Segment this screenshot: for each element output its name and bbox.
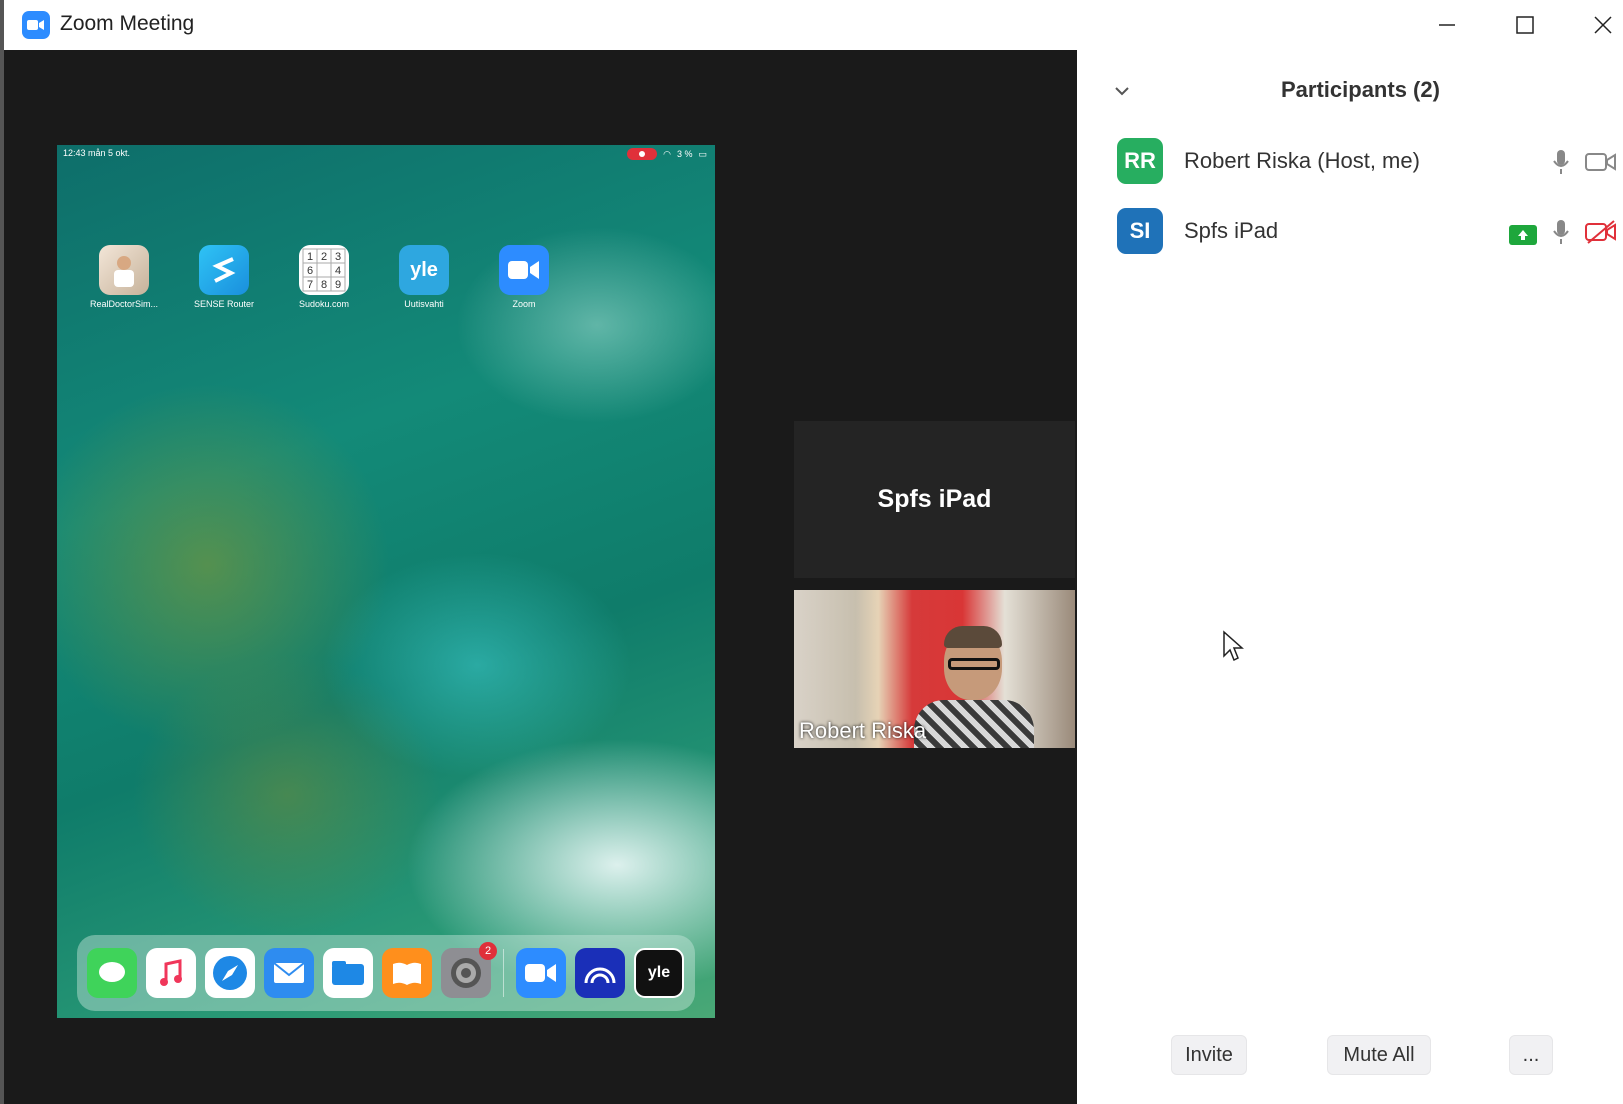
window-title: Zoom Meeting [60,12,195,35]
battery-icon: ▭ [698,148,707,159]
maximize-button[interactable] [1486,0,1564,50]
ipad-dock: 2 yle [77,935,695,1011]
participant-row[interactable]: SI Spfs iPad [1117,208,1617,256]
app-uutisvahti[interactable]: yle Uutisvahti [397,245,451,309]
zoom-icon [499,245,549,295]
doctor-app-icon [99,245,149,295]
minimize-button[interactable] [1408,0,1486,50]
app-label: RealDoctorSim... [89,299,159,309]
svg-text:4: 4 [335,265,341,277]
person-body [914,700,1034,748]
close-button[interactable] [1564,0,1623,50]
recording-icon [627,148,658,160]
notification-badge: 2 [479,942,497,960]
zoom-app-icon [22,11,50,39]
avatar: RR [1117,138,1163,184]
screen-share-icon [1509,224,1537,245]
app-realdoctor[interactable]: RealDoctorSim... [90,245,158,309]
podcast-icon[interactable] [575,948,625,998]
svg-text:7: 7 [307,279,313,291]
svg-text:6: 6 [307,265,313,277]
messages-icon[interactable] [87,948,137,998]
video-off-icon[interactable] [1585,219,1617,250]
app-label: Zoom [512,299,536,309]
robert-video-tile[interactable]: Robert Riska [794,590,1075,748]
meeting-stage: 12:43 mån 5 okt. ◠ 3 % ▭ RealDoctorSim..… [4,50,1077,1104]
dock-separator [503,949,504,997]
participant-status [1509,218,1617,251]
books-icon[interactable] [382,948,432,998]
svg-text:2: 2 [321,251,327,263]
app-sudoku[interactable]: 1 2 3 6 4 7 8 9 Sudoku.com [297,245,351,309]
avatar: SI [1117,208,1163,254]
participants-panel: Participants (2) RR Robert Riska (Host, … [1081,50,1623,1104]
chevron-down-icon[interactable] [1111,80,1133,102]
files-icon[interactable] [323,948,373,998]
microphone-icon[interactable] [1551,148,1571,181]
svg-text:1: 1 [307,251,313,263]
app-label: SENSE Router [193,299,255,309]
svg-text:8: 8 [321,279,327,291]
settings-icon[interactable]: 2 [441,942,497,998]
participant-status [1551,148,1617,181]
svg-text:3: 3 [335,251,341,263]
battery-percent: 3 % [676,149,693,159]
ipad-status-right: ◠ 3 % ▭ [627,148,707,160]
sense-router-icon [199,245,249,295]
participant-name: Spfs iPad [1184,218,1279,243]
app-sense-router[interactable]: SENSE Router [193,245,255,309]
invite-button[interactable]: Invite [1171,1035,1247,1075]
mail-icon[interactable] [264,948,314,998]
shared-screen[interactable]: 12:43 mån 5 okt. ◠ 3 % ▭ RealDoctorSim..… [57,145,715,1018]
mute-all-button[interactable]: Mute All [1327,1035,1431,1075]
app-zoom[interactable]: Zoom [497,245,551,309]
safari-icon[interactable] [205,948,255,998]
person-hair [944,626,1002,648]
ipad-participant-tile[interactable]: Spfs iPad [794,421,1075,578]
zoom-window: Zoom Meeting 12:43 mån 5 okt. ◠ 3 % ▭ Re… [0,0,1623,1104]
music-icon[interactable] [146,948,196,998]
more-options-button[interactable]: ... [1509,1035,1553,1075]
yle-dock-icon[interactable]: yle [634,948,684,998]
home-apps: RealDoctorSim... SENSE Router 1 2 3 6 4 … [90,245,551,309]
video-camera-icon[interactable] [1585,151,1617,178]
participant-name: Robert Riska (Host, me) [1184,148,1420,173]
microphone-icon[interactable] [1551,218,1571,251]
zoom-dock-icon[interactable] [516,948,566,998]
participants-title: Participants (2) [1281,77,1440,102]
mouse-cursor-icon [1222,630,1246,669]
sudoku-icon: 1 2 3 6 4 7 8 9 [299,245,349,295]
app-label: Sudoku.com [298,299,350,309]
person-glasses [948,658,1000,670]
title-bar: Zoom Meeting [4,0,1623,50]
participant-row[interactable]: RR Robert Riska (Host, me) [1117,138,1617,186]
svg-text:9: 9 [335,279,341,291]
app-label: Uutisvahti [404,299,444,309]
wifi-icon: ◠ [663,148,671,159]
video-tile-name: Robert Riska [799,718,927,743]
ipad-status-time: 12:43 mån 5 okt. [63,148,131,158]
yle-icon: yle [399,245,449,295]
